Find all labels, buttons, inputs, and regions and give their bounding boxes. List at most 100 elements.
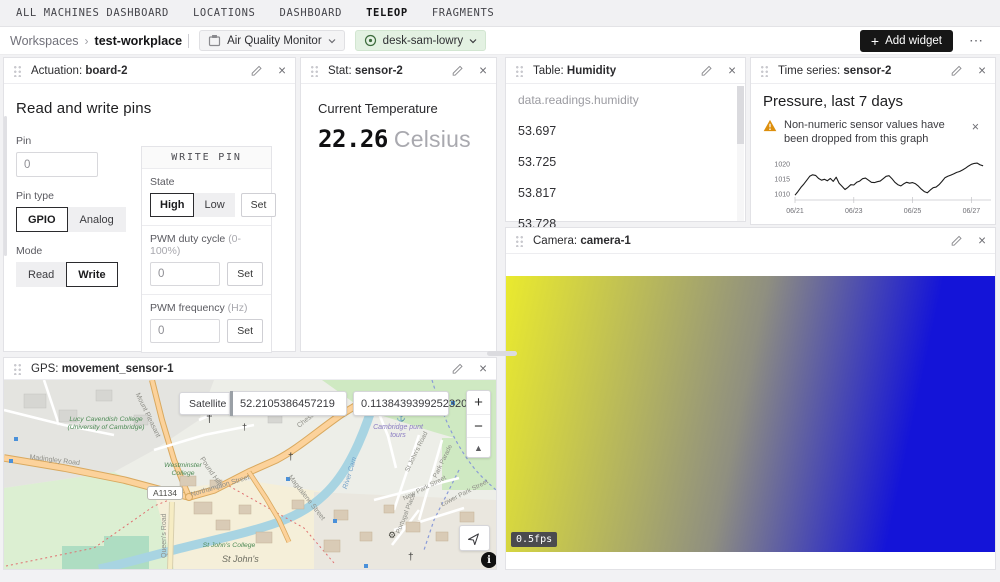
close-widget-button[interactable]: × (978, 234, 986, 248)
stat-body: Current Temperature 22.26 Celsius (301, 84, 496, 170)
edit-widget-button[interactable] (950, 234, 963, 247)
machine-selector[interactable]: desk-sam-lowry (355, 30, 487, 51)
table-row: 53.725 (518, 155, 733, 169)
row-resize-handle[interactable] (487, 351, 517, 356)
close-widget-button[interactable]: × (479, 64, 487, 78)
pwm-duty-label: PWM duty cycle (0-100%) (150, 233, 263, 257)
widget-camera: Camera: camera-1 × 0.5fps (505, 227, 996, 570)
edit-widget-button[interactable] (700, 64, 713, 77)
latitude-input[interactable]: 52.2105386457219 (229, 391, 347, 416)
mode-read-button[interactable]: Read (16, 262, 66, 287)
drag-handle-icon[interactable] (310, 64, 319, 77)
drag-handle-icon[interactable] (515, 64, 524, 77)
longitude-input[interactable]: 0.11384393992523201 (353, 391, 449, 416)
add-widget-button[interactable]: + Add widget (860, 30, 953, 52)
pin-input[interactable] (16, 152, 98, 177)
edit-widget-button[interactable] (250, 64, 263, 77)
map-info-button[interactable]: i (481, 552, 496, 568)
edit-widget-button[interactable] (451, 64, 464, 77)
write-pin-panel: WRITE PIN State High Low Set PWM duty cy… (141, 146, 272, 353)
edit-widget-button[interactable] (950, 64, 963, 77)
zoom-out-button[interactable]: − (467, 414, 490, 437)
fragment-selector[interactable]: Air Quality Monitor (199, 30, 345, 51)
pencil-icon (950, 234, 963, 247)
map-canvas[interactable]: † † † † ⚙ ⚓ Mount Pleasant Madingley Roa… (4, 380, 496, 569)
machine-icon (364, 34, 377, 47)
mode-write-button[interactable]: Write (66, 262, 117, 287)
widget-scrollbar[interactable] (4, 116, 7, 256)
zoom-in-button[interactable]: + (467, 391, 490, 414)
table-row: 53.817 (518, 186, 733, 200)
dismiss-warning-button[interactable]: × (972, 118, 983, 134)
table-scrollbar[interactable] (737, 86, 744, 221)
state-toggle: High Low (150, 193, 235, 217)
pwm-duty-input[interactable] (150, 262, 220, 286)
widget-title: Camera: camera-1 (533, 235, 941, 247)
state-label: State (150, 176, 263, 188)
state-low-button[interactable]: Low (194, 193, 234, 217)
workspace-name[interactable]: test-workplace (95, 34, 190, 48)
widget-actuation: Actuation: board-2 × Read and write pins… (3, 57, 296, 352)
write-pin-header: WRITE PIN (142, 147, 271, 169)
widget-title: Actuation: board-2 (31, 65, 241, 77)
widget-gps: GPS: movement_sensor-1 × (3, 357, 497, 570)
svg-text:06/21: 06/21 (786, 208, 804, 215)
locate-button[interactable] (459, 525, 490, 551)
church-icon: † (242, 422, 247, 432)
edit-widget-button[interactable] (451, 362, 464, 375)
widget-title: Time series: sensor-2 (778, 65, 941, 77)
widget-title: Stat: sensor-2 (328, 65, 442, 77)
close-widget-button[interactable]: × (978, 64, 986, 78)
plus-icon: + (871, 34, 879, 48)
drag-handle-icon[interactable] (760, 64, 769, 77)
pwm-frequency-label: PWM frequency (Hz) (150, 302, 263, 314)
nav-teleop[interactable]: TELEOP (366, 7, 408, 19)
svg-text:06/23: 06/23 (845, 208, 863, 215)
stat-value: 22.26 (318, 125, 388, 153)
compass-button[interactable]: ▲ (467, 437, 490, 457)
top-nav: ALL MACHINES DASHBOARD LOCATIONS DASHBOA… (0, 0, 1000, 27)
set-duty-button[interactable]: Set (227, 262, 263, 286)
pencil-icon (451, 362, 464, 375)
set-state-button[interactable]: Set (241, 193, 277, 217)
breadcrumb-workspaces[interactable]: Workspaces (10, 34, 79, 48)
pencil-icon (250, 64, 263, 77)
breadcrumb-separator: › (85, 34, 89, 48)
svg-text:1015: 1015 (774, 176, 790, 183)
widget-header: Camera: camera-1 × (506, 228, 995, 254)
drag-handle-icon[interactable] (13, 362, 22, 375)
nav-fragments[interactable]: FRAGMENTS (432, 7, 495, 19)
drag-handle-icon[interactable] (515, 234, 524, 247)
nav-all-machines-dashboard[interactable]: ALL MACHINES DASHBOARD (16, 7, 169, 19)
satellite-toggle-button[interactable]: Satellite (179, 392, 236, 415)
actuation-heading: Read and write pins (16, 100, 283, 117)
fps-badge: 0.5fps (511, 532, 557, 547)
widget-title: Table: Humidity (533, 65, 691, 77)
widget-header: Table: Humidity × (506, 58, 745, 84)
pin-type-gpio-button[interactable]: GPIO (16, 207, 68, 232)
fragment-icon (208, 34, 221, 47)
set-frequency-button[interactable]: Set (227, 319, 263, 343)
svg-text:1020: 1020 (774, 161, 790, 168)
close-widget-button[interactable]: × (479, 362, 487, 376)
widget-stat: Stat: sensor-2 × Current Temperature 22.… (300, 57, 497, 352)
close-widget-button[interactable]: × (278, 64, 286, 78)
widget-header: Time series: sensor-2 × (751, 58, 995, 84)
drag-handle-icon[interactable] (13, 64, 22, 77)
chart-title: Pressure, last 7 days (763, 93, 983, 110)
pencil-icon (451, 64, 464, 77)
nav-dashboard[interactable]: DASHBOARD (280, 7, 343, 19)
widget-header: Stat: sensor-2 × (301, 58, 496, 84)
state-high-button[interactable]: High (150, 193, 194, 217)
more-menu-button[interactable]: ⋯ (963, 32, 990, 49)
church-icon: † (288, 452, 294, 463)
pencil-icon (700, 64, 713, 77)
pwm-frequency-input[interactable] (150, 319, 220, 343)
camera-stream: 0.5fps (506, 276, 995, 552)
breadcrumb: Workspaces › test-workplace (10, 34, 189, 48)
nav-locations[interactable]: LOCATIONS (193, 7, 256, 19)
pencil-icon (950, 64, 963, 77)
pin-type-analog-button[interactable]: Analog (68, 207, 126, 232)
actuation-body: Read and write pins Pin Pin type GPIO An… (4, 84, 295, 351)
close-widget-button[interactable]: × (728, 64, 736, 78)
